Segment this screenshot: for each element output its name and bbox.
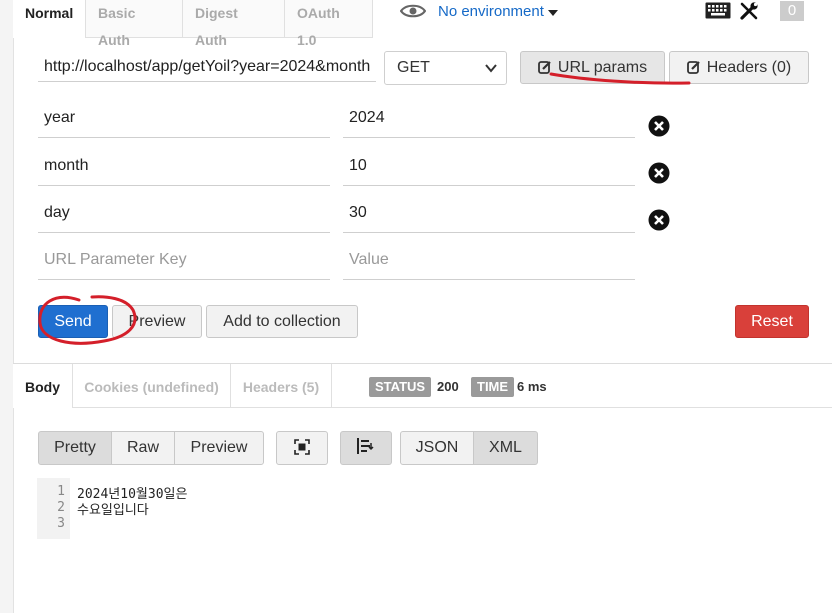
line-number: 3 [57, 516, 65, 531]
tab-normal[interactable]: Normal [13, 0, 86, 38]
url-input[interactable] [38, 52, 376, 82]
preview-button[interactable]: Preview [112, 305, 202, 338]
remove-icon[interactable] [648, 162, 670, 184]
headers-label: Headers (0) [706, 59, 792, 76]
fullscreen-icon [294, 439, 310, 455]
status-value: 200 [437, 379, 459, 394]
view-preview-button[interactable]: Preview [174, 431, 264, 465]
method-value: GET [397, 59, 430, 76]
time-value: 6 ms [517, 379, 547, 394]
format-json-button[interactable]: JSON [400, 431, 474, 465]
param-key-input[interactable]: month [38, 151, 330, 186]
tab-cookies[interactable]: Cookies (undefined) [73, 364, 231, 408]
tab-digest-auth[interactable]: Digest Auth [183, 0, 285, 48]
tab-body[interactable]: Body [13, 364, 73, 408]
send-button[interactable]: Send [38, 305, 108, 338]
tools-icon[interactable] [739, 1, 759, 21]
format-xml-button[interactable]: XML [473, 431, 538, 465]
wrap-toggle-button[interactable] [340, 431, 392, 465]
caret-down-icon[interactable] [548, 10, 558, 16]
param-value-input[interactable]: 10 [343, 151, 635, 186]
edit-icon [537, 61, 551, 74]
param-value-input[interactable]: 2024 [343, 103, 635, 138]
chevron-down-icon [485, 64, 497, 73]
method-select[interactable]: GET [384, 51, 507, 85]
fullscreen-button[interactable] [276, 431, 328, 465]
tabs-underline [332, 407, 832, 408]
time-badge: TIME [471, 377, 515, 397]
param-value-placeholder[interactable]: Value [343, 245, 635, 280]
eye-icon[interactable] [400, 3, 426, 19]
add-to-collection-button[interactable]: Add to collection [206, 305, 358, 338]
param-key-placeholder[interactable]: URL Parameter Key [38, 245, 330, 280]
remove-icon[interactable] [648, 115, 670, 137]
headers-button[interactable]: Headers (0) [669, 51, 809, 84]
tab-basic-auth[interactable]: Basic Auth [86, 0, 183, 48]
url-params-button[interactable]: URL params [520, 51, 665, 84]
response-line: 수요일입니다 [77, 503, 149, 518]
line-number: 1 [57, 484, 65, 499]
param-key-input[interactable]: day [38, 198, 330, 233]
param-value-input[interactable]: 30 [343, 198, 635, 233]
view-pretty-button[interactable]: Pretty [38, 431, 112, 465]
reset-button[interactable]: Reset [735, 305, 809, 338]
remove-icon[interactable] [648, 209, 670, 231]
view-raw-button[interactable]: Raw [111, 431, 175, 465]
param-key-input[interactable]: year [38, 103, 330, 138]
environment-selector[interactable]: No environment [438, 3, 544, 20]
counter-badge: 0 [780, 1, 804, 21]
edit-icon [686, 61, 700, 74]
wrap-icon [357, 438, 374, 454]
left-panel-edge [0, 0, 14, 613]
auth-tabs: Normal Basic Auth Digest Auth OAuth 1.0 [13, 0, 373, 48]
line-number: 2 [57, 500, 65, 515]
tab-response-headers[interactable]: Headers (5) [231, 364, 332, 408]
status-badge: STATUS [369, 377, 432, 397]
keyboard-icon[interactable] [705, 2, 731, 19]
tab-oauth[interactable]: OAuth 1.0 [285, 0, 373, 48]
url-params-label: URL params [557, 59, 648, 76]
